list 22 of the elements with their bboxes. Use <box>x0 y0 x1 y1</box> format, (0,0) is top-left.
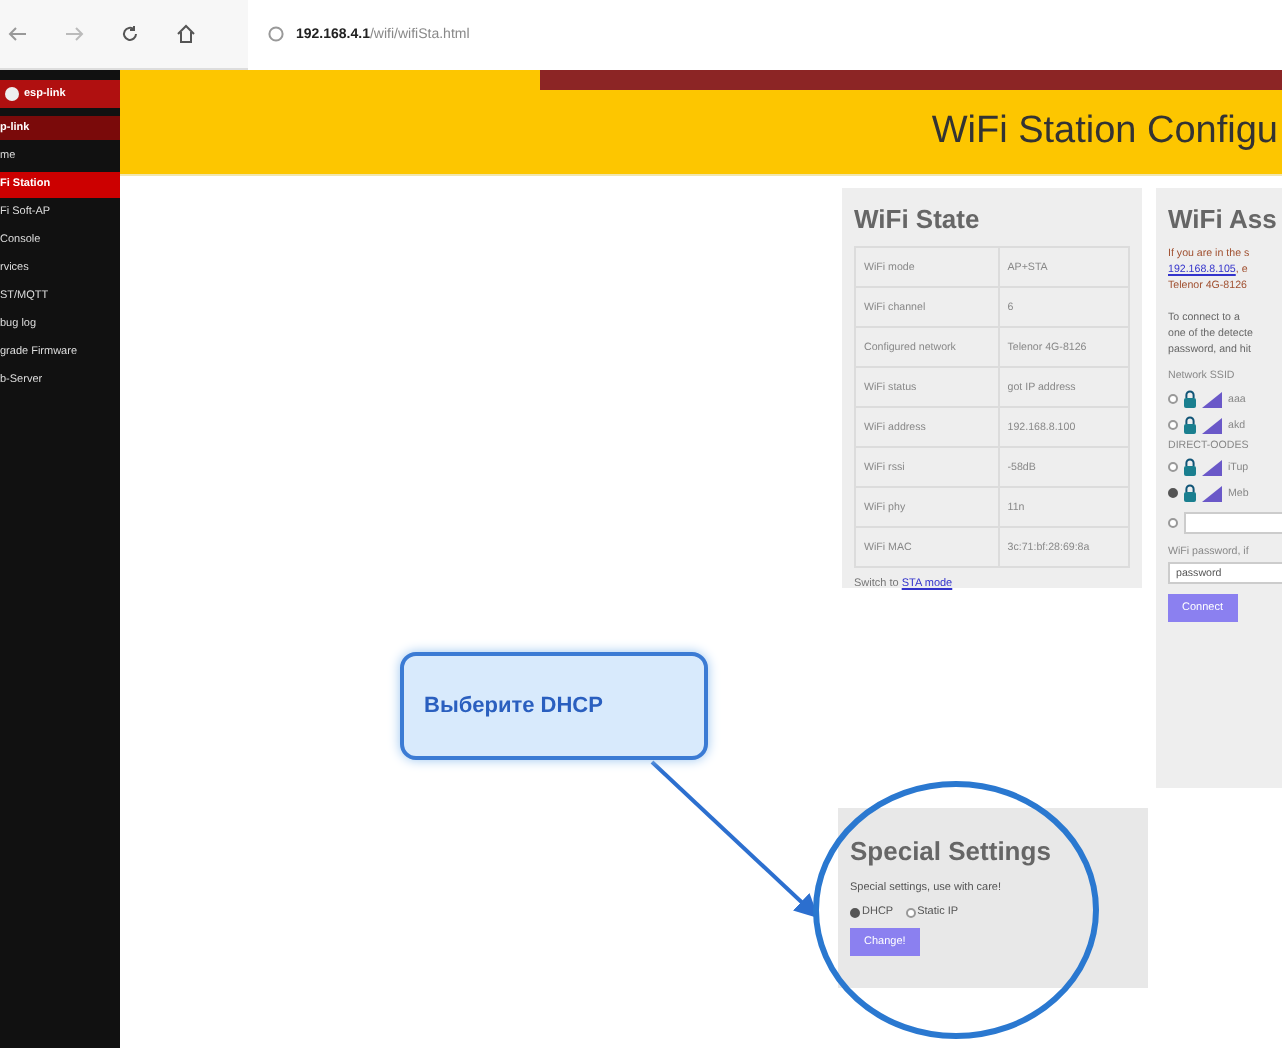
radio-button[interactable] <box>850 907 860 917</box>
lock-icon <box>1184 458 1196 476</box>
card-title: WiFi Ass <box>1168 204 1279 234</box>
radio-button[interactable] <box>1168 420 1178 430</box>
info-icon <box>268 26 284 42</box>
radio-button[interactable] <box>1168 462 1178 472</box>
page-title: WiFi Station Configu <box>931 110 1278 154</box>
callout-text: Выберите DHCP <box>424 694 603 718</box>
card-title: WiFi State <box>854 204 982 234</box>
lock-icon <box>1184 484 1196 502</box>
radio-button[interactable] <box>1168 488 1178 498</box>
forward-icon[interactable] <box>64 24 84 44</box>
card-title: Special Settings <box>850 836 1053 866</box>
lock-icon <box>1184 416 1196 434</box>
radio-button[interactable] <box>1168 394 1178 404</box>
home-icon[interactable] <box>176 24 196 44</box>
radio-button[interactable] <box>905 907 916 917</box>
radio-button[interactable] <box>1168 518 1178 528</box>
lock-icon <box>1184 390 1196 408</box>
back-icon[interactable] <box>8 24 28 44</box>
reload-icon[interactable] <box>120 24 140 44</box>
logo-icon <box>4 86 20 102</box>
